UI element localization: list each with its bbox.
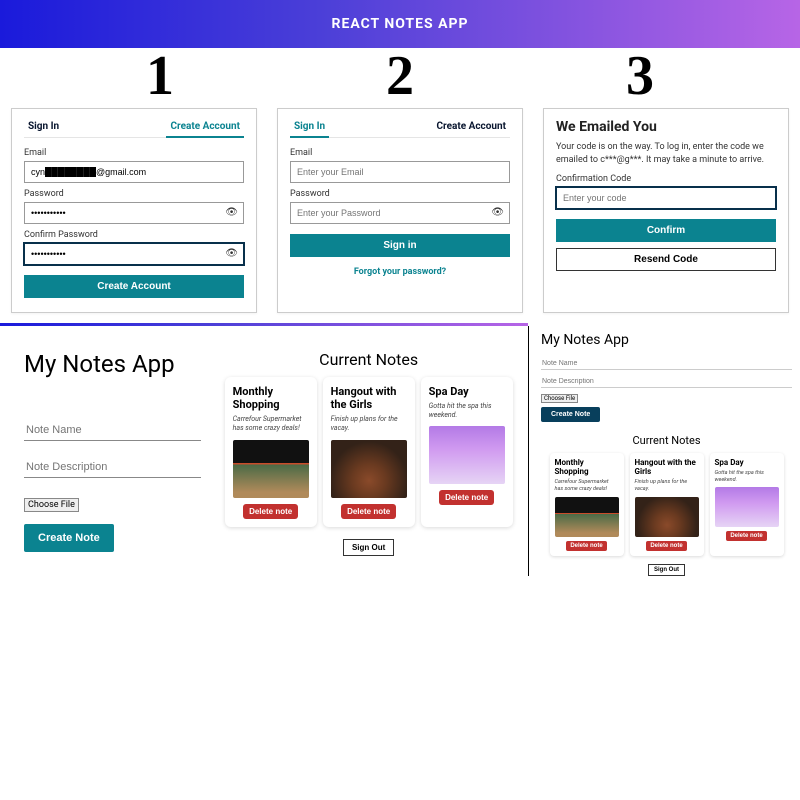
confirm-password-input[interactable] — [24, 243, 244, 265]
sign-out-button[interactable]: Sign Out — [648, 564, 685, 576]
note-title: Hangout with the Girls — [635, 458, 699, 476]
note-image — [715, 487, 779, 527]
choose-file-button[interactable]: Choose File — [541, 394, 578, 403]
app-title: My Notes App — [24, 350, 201, 378]
note-card: Monthly Shopping Carrefour Supermarket h… — [225, 377, 317, 527]
create-note-form-small: My Notes App Choose File Create Note — [541, 332, 792, 422]
email-label: Email — [290, 148, 510, 158]
eye-icon[interactable]: 👁 — [225, 248, 238, 259]
password-input[interactable] — [290, 202, 510, 224]
tab-sign-in[interactable]: Sign In — [290, 119, 329, 138]
forgot-password-link[interactable]: Forgot your password? — [290, 267, 510, 277]
note-description: Gotta hit the spa this weekend. — [715, 470, 779, 483]
email-input[interactable] — [290, 161, 510, 183]
note-card: Monthly Shopping Carrefour Supermarket h… — [550, 453, 624, 556]
note-description-input[interactable] — [541, 376, 792, 388]
create-note-button[interactable]: Create Note — [24, 524, 114, 552]
note-card: Spa Day Gotta hit the spa this weekend. … — [421, 377, 513, 527]
tab-create-account[interactable]: Create Account — [166, 119, 244, 138]
note-description: Finish up plans for the vacay. — [635, 479, 699, 492]
tab-sign-in[interactable]: Sign In — [24, 119, 63, 137]
auth-tabs: Sign In Create Account — [24, 119, 244, 138]
auth-cards-row: Sign In Create Account Email Password 👁 … — [0, 104, 800, 323]
notes-app-small: My Notes App Choose File Create Note Cur… — [528, 326, 800, 576]
note-title: Spa Day — [715, 458, 779, 467]
password-label: Password — [290, 189, 510, 199]
confirmation-title: We Emailed You — [556, 119, 776, 135]
note-description: Carrefour Supermarket has some crazy dea… — [233, 415, 309, 433]
note-title: Spa Day — [429, 385, 505, 398]
eye-icon[interactable]: 👁 — [225, 207, 238, 218]
eye-icon[interactable]: 👁 — [491, 207, 504, 218]
note-image — [555, 497, 619, 537]
note-image — [429, 426, 505, 484]
password-label: Password — [24, 189, 244, 199]
notes-app-large: My Notes App Choose File Create Note Cur… — [0, 326, 528, 576]
note-title: Hangout with the Girls — [331, 385, 407, 411]
step-1-label: 1 — [146, 48, 174, 104]
confirmation-subtitle: Your code is on the way. To log in, ente… — [556, 141, 776, 166]
app-header: REACT NOTES APP — [0, 0, 800, 48]
tab-create-account[interactable]: Create Account — [432, 119, 510, 137]
note-name-input[interactable] — [541, 358, 792, 370]
confirm-password-label: Confirm Password — [24, 230, 244, 240]
note-card: Hangout with the Girls Finish up plans f… — [630, 453, 704, 556]
note-image — [635, 497, 699, 537]
note-description-input[interactable] — [24, 457, 201, 478]
note-card: Spa Day Gotta hit the spa this weekend. … — [710, 453, 784, 556]
note-description: Finish up plans for the vacay. — [331, 415, 407, 433]
note-image — [233, 440, 309, 498]
email-input[interactable] — [24, 161, 244, 183]
delete-note-button[interactable]: Delete note — [439, 490, 494, 505]
step-3-label: 3 — [626, 48, 654, 104]
confirm-button[interactable]: Confirm — [556, 219, 776, 242]
delete-note-button[interactable]: Delete note — [243, 504, 298, 519]
sign-in-button[interactable]: Sign in — [290, 234, 510, 257]
email-label: Email — [24, 148, 244, 158]
app-header-title: REACT NOTES APP — [331, 16, 468, 32]
current-notes-panel: Current Notes Monthly Shopping Carrefour… — [213, 330, 524, 576]
delete-note-button[interactable]: Delete note — [341, 504, 396, 519]
step-numbers-row: 1 2 3 — [0, 48, 800, 104]
step-2-label: 2 — [386, 48, 414, 104]
auth-tabs: Sign In Create Account — [290, 119, 510, 138]
note-card: Hangout with the Girls Finish up plans f… — [323, 377, 415, 527]
sign-out-button[interactable]: Sign Out — [343, 539, 394, 556]
confirmation-code-input[interactable] — [556, 187, 776, 209]
note-name-input[interactable] — [24, 420, 201, 441]
delete-note-button[interactable]: Delete note — [566, 541, 606, 551]
current-notes-heading: Current Notes — [213, 350, 524, 369]
notes-grid: Monthly Shopping Carrefour Supermarket h… — [541, 453, 792, 556]
create-account-button[interactable]: Create Account — [24, 275, 244, 298]
delete-note-button[interactable]: Delete note — [726, 531, 766, 541]
resend-code-button[interactable]: Resend Code — [556, 248, 776, 271]
create-note-button[interactable]: Create Note — [541, 407, 600, 422]
create-account-card: Sign In Create Account Email Password 👁 … — [11, 108, 257, 313]
app-title: My Notes App — [541, 332, 629, 348]
note-description: Carrefour Supermarket has some crazy dea… — [555, 479, 619, 492]
bottom-demos: My Notes App Choose File Create Note Cur… — [0, 326, 800, 576]
note-image — [331, 440, 407, 498]
sign-in-card: Sign In Create Account Email Password 👁 … — [277, 108, 523, 313]
code-label: Confirmation Code — [556, 174, 776, 184]
note-description: Gotta hit the spa this weekend. — [429, 402, 505, 420]
notes-grid: Monthly Shopping Carrefour Supermarket h… — [213, 377, 524, 527]
password-input[interactable] — [24, 202, 244, 224]
delete-note-button[interactable]: Delete note — [646, 541, 686, 551]
current-notes-heading: Current Notes — [541, 434, 792, 447]
note-title: Monthly Shopping — [555, 458, 619, 476]
confirmation-card: We Emailed You Your code is on the way. … — [543, 108, 789, 313]
note-title: Monthly Shopping — [233, 385, 309, 411]
create-note-form: My Notes App Choose File Create Note — [4, 330, 211, 576]
choose-file-button[interactable]: Choose File — [24, 498, 79, 512]
